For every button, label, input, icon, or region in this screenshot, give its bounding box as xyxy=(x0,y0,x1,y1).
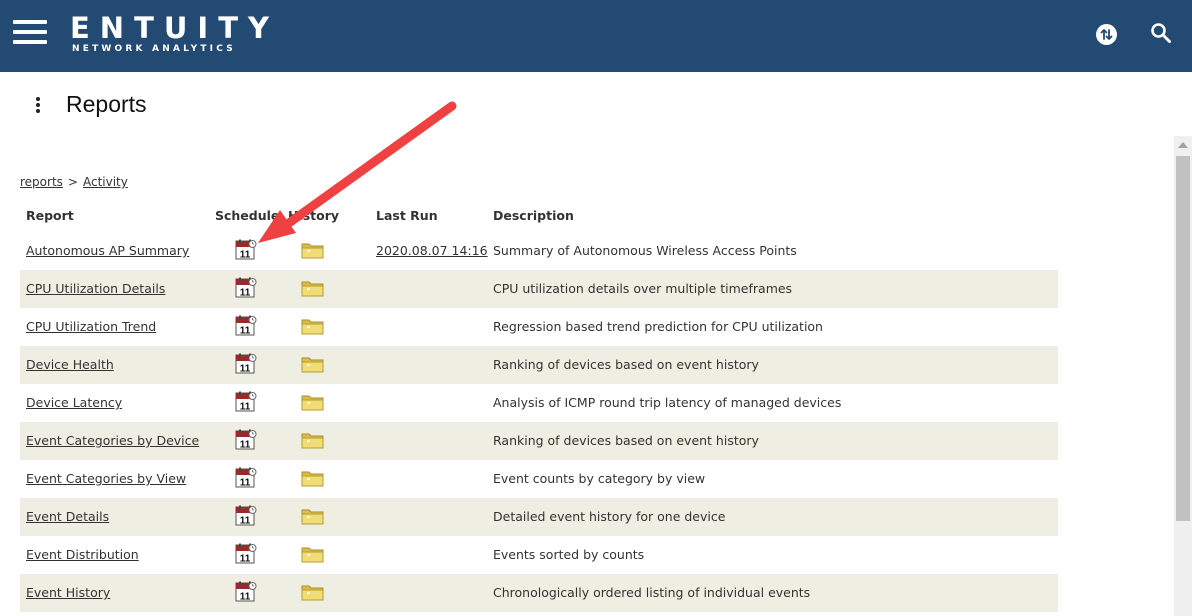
svg-text:11: 11 xyxy=(240,250,251,261)
page-header: Reports xyxy=(0,72,1192,132)
description-cell: Ranking of devices based on event histor… xyxy=(493,433,759,448)
svg-text:11: 11 xyxy=(240,554,251,565)
report-cell: Device Latency xyxy=(26,384,122,422)
folder-icon[interactable] xyxy=(301,583,325,601)
more-options-icon[interactable] xyxy=(31,96,45,114)
last-run-cell: 2020.08.07 14:16 xyxy=(376,232,488,270)
report-link[interactable]: Device Health xyxy=(26,357,114,372)
svg-text:11: 11 xyxy=(240,440,251,451)
calendar-icon[interactable]: 11 xyxy=(235,353,257,375)
calendar-icon[interactable]: 11 xyxy=(235,505,257,527)
scrollbar-thumb[interactable] xyxy=(1176,156,1190,521)
report-link[interactable]: Event Details xyxy=(26,509,109,524)
report-link[interactable]: Autonomous AP Summary xyxy=(26,243,189,258)
table-row: Event Categories by View 11 Event counts b… xyxy=(20,460,1058,498)
calendar-icon[interactable]: 11 xyxy=(235,467,257,489)
folder-icon[interactable] xyxy=(301,507,325,525)
table-row: Autonomous AP Summary 11 2020.08.07 14:16 S… xyxy=(20,232,1058,270)
last-run-link[interactable]: 2020.08.07 14:16 xyxy=(376,243,488,258)
table-body: Autonomous AP Summary 11 2020.08.07 14:16 S… xyxy=(20,232,1058,612)
svg-text:11: 11 xyxy=(240,592,251,603)
calendar-icon[interactable]: 11 xyxy=(235,239,257,261)
table-row: Device Latency 11 Analysis of ICMP round t… xyxy=(20,384,1058,422)
page-title: Reports xyxy=(66,91,147,117)
description-cell: Chronologically ordered listing of indiv… xyxy=(493,585,811,600)
table-row: Event Distribution 11 Events sorted by cou… xyxy=(20,536,1058,574)
menu-icon[interactable] xyxy=(13,20,47,46)
top-navigation-bar: ENTUITY NETWORK ANALYTICS xyxy=(0,0,1192,72)
description-cell: Events sorted by counts xyxy=(493,547,645,562)
svg-text:11: 11 xyxy=(240,478,251,489)
table-header: Report Schedule History Last Run Descrip… xyxy=(20,200,1058,232)
calendar-icon[interactable]: 11 xyxy=(235,543,257,565)
folder-icon[interactable] xyxy=(301,545,325,563)
folder-icon[interactable] xyxy=(301,317,325,335)
report-link[interactable]: Event Categories by Device xyxy=(26,433,199,448)
description-cell: Regression based trend prediction for CP… xyxy=(493,319,823,334)
vertical-scrollbar[interactable] xyxy=(1174,136,1192,616)
breadcrumb-activity-link[interactable]: Activity xyxy=(83,175,128,189)
breadcrumb-separator: > xyxy=(67,175,78,189)
svg-text:11: 11 xyxy=(240,402,251,413)
report-link[interactable]: Event Distribution xyxy=(26,547,139,562)
column-header-last-run: Last Run xyxy=(376,208,438,223)
column-header-description: Description xyxy=(493,208,574,223)
column-header-history: History xyxy=(288,208,340,223)
svg-text:11: 11 xyxy=(240,288,251,299)
calendar-icon[interactable]: 11 xyxy=(235,315,257,337)
calendar-icon[interactable]: 11 xyxy=(235,277,257,299)
calendar-icon[interactable]: 11 xyxy=(235,581,257,603)
report-cell: CPU Utilization Details xyxy=(26,270,165,308)
breadcrumb: reports > Activity xyxy=(20,175,128,189)
report-link[interactable]: CPU Utilization Trend xyxy=(26,319,156,334)
logo-main-text: ENTUITY xyxy=(70,11,279,45)
folder-icon[interactable] xyxy=(301,279,325,297)
table-row: Event Categories by Device 11 Ranking of d… xyxy=(20,422,1058,460)
column-header-schedule: Schedule xyxy=(215,208,280,223)
table-row: CPU Utilization Details 11 CPU utilization… xyxy=(20,270,1058,308)
scroll-up-arrow-icon[interactable] xyxy=(1178,142,1188,148)
report-cell: Event Distribution xyxy=(26,536,139,574)
folder-icon[interactable] xyxy=(301,393,325,411)
report-cell: Event Categories by View xyxy=(26,460,186,498)
folder-icon[interactable] xyxy=(301,355,325,373)
report-cell: CPU Utilization Trend xyxy=(26,308,156,346)
description-cell: Ranking of devices based on event histor… xyxy=(493,357,759,372)
description-cell: Summary of Autonomous Wireless Access Po… xyxy=(493,243,797,258)
report-link[interactable]: CPU Utilization Details xyxy=(26,281,165,296)
description-cell: CPU utilization details over multiple ti… xyxy=(493,281,793,296)
report-link[interactable]: Device Latency xyxy=(26,395,122,410)
entuity-logo[interactable]: ENTUITY NETWORK ANALYTICS xyxy=(70,13,279,55)
report-cell: Event Categories by Device xyxy=(26,422,199,460)
report-cell: Device Health xyxy=(26,346,114,384)
reports-table: Report Schedule History Last Run Descrip… xyxy=(20,200,1058,612)
folder-icon[interactable] xyxy=(301,469,325,487)
table-row: Event History 11 Chronologically ordered l… xyxy=(20,574,1058,612)
report-link[interactable]: Event Categories by View xyxy=(26,471,186,486)
search-icon[interactable] xyxy=(1150,22,1172,44)
report-cell: Event History xyxy=(26,574,110,612)
calendar-icon[interactable]: 11 xyxy=(235,391,257,413)
calendar-icon[interactable]: 11 xyxy=(235,429,257,451)
table-row: Event Details 11 Detailed event history fo… xyxy=(20,498,1058,536)
table-row: Device Health 11 Ranking of devices based … xyxy=(20,346,1058,384)
description-cell: Detailed event history for one device xyxy=(493,509,726,524)
folder-icon[interactable] xyxy=(301,431,325,449)
description-cell: Event counts by category by view xyxy=(493,471,706,486)
svg-text:11: 11 xyxy=(240,364,251,375)
report-cell: Event Details xyxy=(26,498,109,536)
svg-text:11: 11 xyxy=(240,516,251,527)
folder-icon[interactable] xyxy=(301,241,325,259)
description-cell: Analysis of ICMP round trip latency of m… xyxy=(493,395,842,410)
breadcrumb-reports-link[interactable]: reports xyxy=(20,175,63,189)
sync-icon[interactable] xyxy=(1096,24,1117,45)
report-cell: Autonomous AP Summary xyxy=(26,232,189,270)
column-header-report: Report xyxy=(26,208,74,223)
table-row: CPU Utilization Trend 11 Regression based … xyxy=(20,308,1058,346)
svg-text:11: 11 xyxy=(240,326,251,337)
report-link[interactable]: Event History xyxy=(26,585,110,600)
